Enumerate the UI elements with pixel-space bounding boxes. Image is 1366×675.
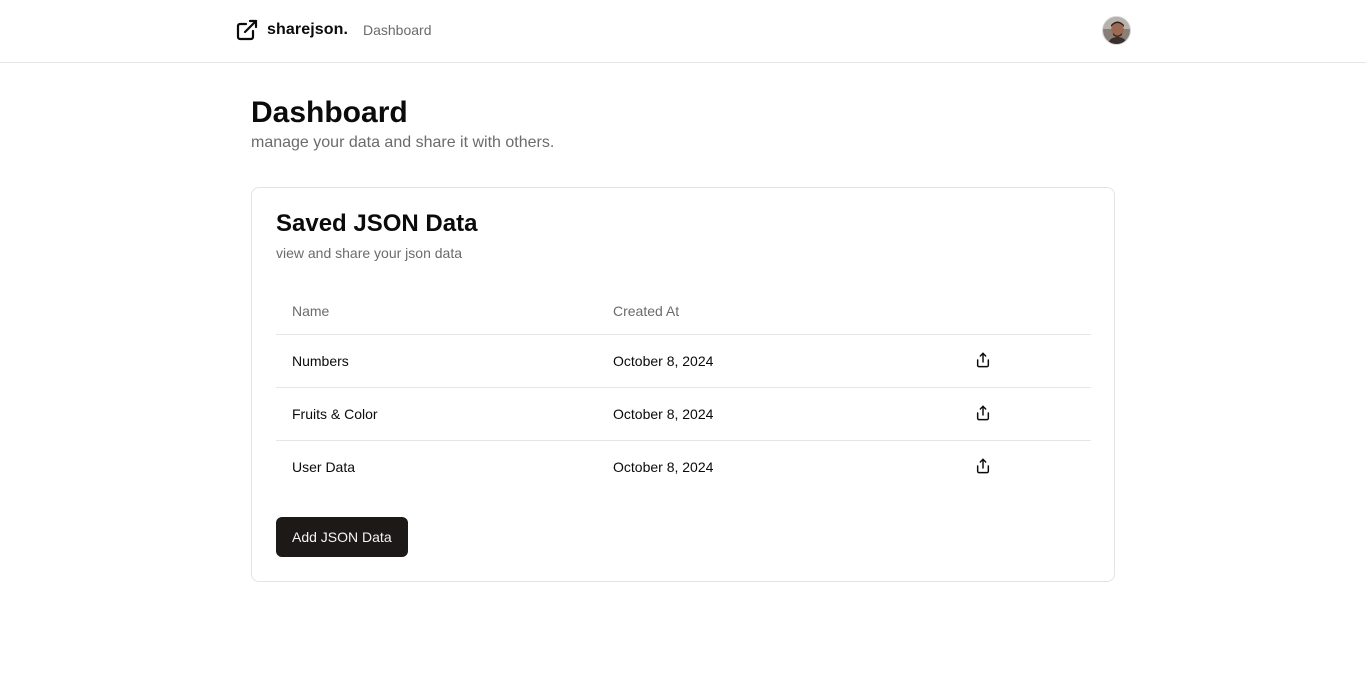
share-icon	[975, 458, 991, 477]
share-icon	[975, 352, 991, 371]
share-button[interactable]	[973, 457, 993, 477]
row-name: User Data	[292, 459, 356, 475]
column-header-created-at: Created At	[613, 303, 680, 319]
card-title: Saved JSON Data	[276, 210, 478, 237]
json-data-table: Name Created At Numbers October 8, 2024 …	[276, 288, 1091, 494]
share-button[interactable]	[973, 351, 993, 371]
table-header: Name Created At	[276, 288, 1091, 335]
add-json-data-button[interactable]: Add JSON Data	[276, 517, 408, 557]
saved-json-card: Saved JSON Data view and share your json…	[251, 187, 1115, 582]
table-row: Fruits & Color October 8, 2024	[276, 388, 1091, 441]
share-button[interactable]	[973, 404, 993, 424]
table-row: User Data October 8, 2024	[276, 441, 1091, 494]
row-created-at: October 8, 2024	[613, 459, 714, 475]
avatar-image	[1103, 17, 1130, 44]
page-title: Dashboard	[251, 96, 408, 129]
row-created-at: October 8, 2024	[613, 353, 714, 369]
share-icon	[975, 405, 991, 424]
brand-link[interactable]: sharejson.	[235, 18, 348, 42]
brand-name: sharejson.	[267, 21, 349, 38]
row-created-at: October 8, 2024	[613, 406, 714, 422]
page-subtitle: manage your data and share it with other…	[251, 134, 555, 151]
column-header-name: Name	[292, 303, 330, 319]
user-avatar[interactable]	[1102, 16, 1131, 45]
row-name: Numbers	[292, 353, 349, 369]
nav-dashboard-link[interactable]: Dashboard	[363, 22, 432, 38]
row-name: Fruits & Color	[292, 406, 378, 422]
card-description: view and share your json data	[276, 245, 462, 261]
top-navbar: sharejson. Dashboard	[0, 0, 1366, 63]
external-link-icon	[235, 18, 259, 42]
table-row: Numbers October 8, 2024	[276, 335, 1091, 388]
